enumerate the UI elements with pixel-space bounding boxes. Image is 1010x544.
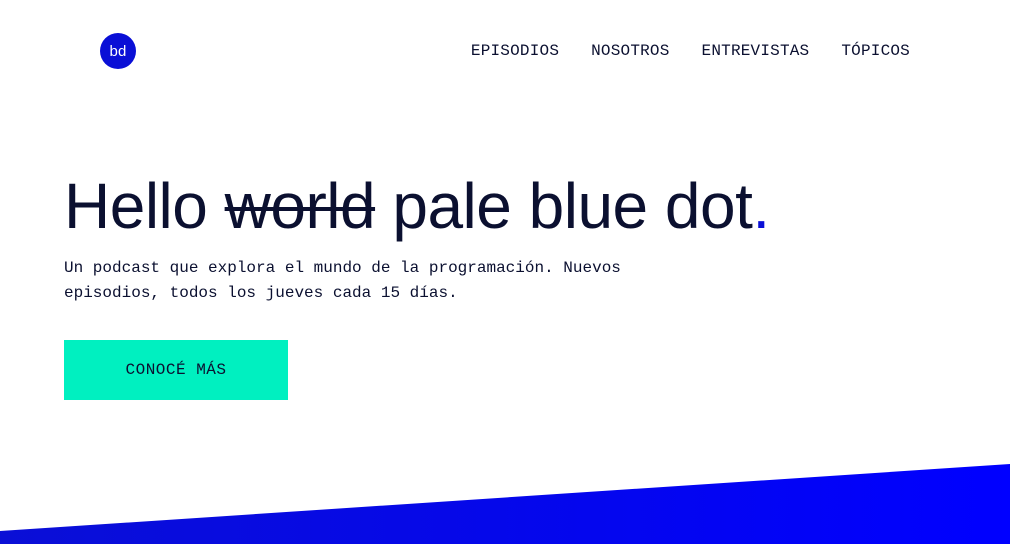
headline-prefix: Hello <box>64 170 225 242</box>
headline-period: . <box>752 170 770 242</box>
hero-headline: Hello world pale blue dot. <box>64 168 770 244</box>
nav-link-topicos[interactable]: TÓPICOS <box>841 42 910 60</box>
main-nav: EPISODIOS NOSOTROS ENTREVISTAS TÓPICOS <box>471 42 910 60</box>
hero-subtitle: Un podcast que explora el mundo de la pr… <box>64 259 621 302</box>
headline-struck-word: world <box>224 170 376 242</box>
nav-link-nosotros[interactable]: NOSOTROS <box>591 42 669 60</box>
headline-suffix: pale blue dot <box>375 170 753 242</box>
decorative-blue-band <box>0 464 1010 544</box>
nav-link-episodios[interactable]: EPISODIOS <box>471 42 559 60</box>
blue-band-shape <box>0 464 1010 544</box>
cta-button[interactable]: CONOCÉ MÁS <box>64 340 288 400</box>
nav-link-entrevistas[interactable]: ENTREVISTAS <box>702 42 810 60</box>
logo[interactable]: bd <box>100 33 136 69</box>
